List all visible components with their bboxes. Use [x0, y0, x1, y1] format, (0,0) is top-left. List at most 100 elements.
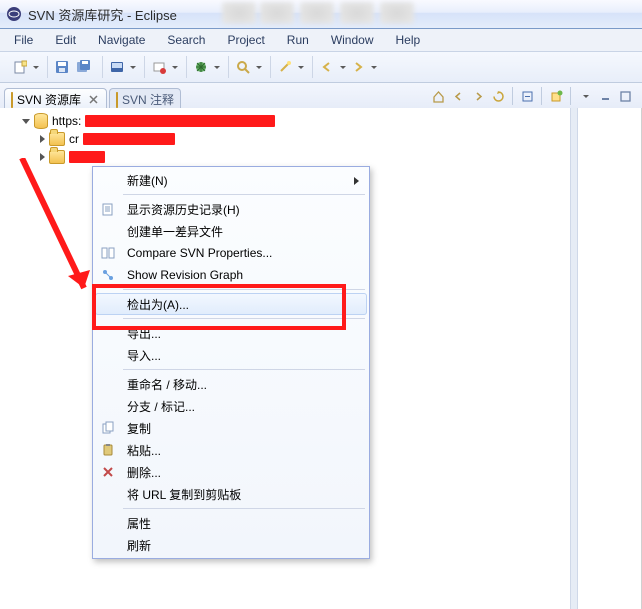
forward-button[interactable]	[348, 57, 368, 77]
ctx-import[interactable]: 导入...	[95, 344, 367, 366]
new-button[interactable]	[10, 57, 30, 77]
dropdown-caret-icon[interactable]	[214, 66, 220, 69]
ctx-checkout-as[interactable]: 检出为(A)...	[95, 293, 367, 315]
menu-separator	[123, 508, 365, 509]
toolbar-separator	[541, 87, 542, 105]
menu-separator	[123, 318, 365, 319]
graph-icon	[95, 268, 121, 282]
ctx-revision-graph[interactable]: Show Revision Graph	[95, 264, 367, 286]
titlebar-blur	[340, 2, 374, 24]
submenu-arrow-icon	[354, 177, 359, 185]
menu-project[interactable]: Project	[217, 31, 274, 49]
compare-icon	[95, 246, 121, 260]
dropdown-caret-icon[interactable]	[256, 66, 262, 69]
redacted-text	[83, 133, 175, 145]
maximize-view-icon[interactable]	[616, 87, 634, 105]
dropdown-caret-icon[interactable]	[340, 66, 346, 69]
commit-button[interactable]	[149, 57, 169, 77]
main-toolbar	[0, 52, 642, 83]
view-tabs-row: SVN 资源库 SVN 注释	[0, 83, 642, 110]
ctx-label: Show Revision Graph	[121, 268, 357, 282]
twisty-closed-icon[interactable]	[40, 153, 45, 161]
ctx-branch-tag[interactable]: 分支 / 标记...	[95, 395, 367, 417]
folder-icon	[49, 132, 65, 146]
tree-node[interactable]: cr	[4, 130, 637, 148]
menu-separator	[123, 289, 365, 290]
tab-svn-repo[interactable]: SVN 资源库	[4, 88, 107, 110]
titlebar-blur	[380, 2, 414, 24]
collapse-all-icon[interactable]	[518, 87, 536, 105]
minimize-view-icon[interactable]	[596, 87, 614, 105]
menu-edit[interactable]: Edit	[45, 31, 86, 49]
ctx-compare-props[interactable]: Compare SVN Properties...	[95, 242, 367, 264]
context-menu: 新建(N) 显示资源历史记录(H) 创建单一差异文件 Compare SVN P…	[92, 166, 370, 559]
ctx-label: 创建单一差异文件	[121, 223, 357, 240]
console-button[interactable]	[107, 57, 127, 77]
menu-separator	[123, 194, 365, 195]
ctx-create-patch[interactable]: 创建单一差异文件	[95, 220, 367, 242]
dropdown-caret-icon[interactable]	[172, 66, 178, 69]
dropdown-caret-icon[interactable]	[371, 66, 377, 69]
menu-window[interactable]: Window	[321, 31, 384, 49]
menu-search[interactable]: Search	[157, 31, 215, 49]
home-icon[interactable]	[429, 87, 447, 105]
ctx-rename-move[interactable]: 重命名 / 移动...	[95, 373, 367, 395]
twisty-closed-icon[interactable]	[40, 135, 45, 143]
tab-svn-annotate[interactable]: SVN 注释	[109, 88, 181, 110]
save-all-button[interactable]	[74, 57, 94, 77]
tree-node[interactable]	[4, 148, 637, 166]
forward-arrow-icon[interactable]	[469, 87, 487, 105]
view-toolbar	[429, 87, 638, 105]
dropdown-caret-icon[interactable]	[33, 66, 39, 69]
delete-icon	[95, 465, 121, 479]
close-icon[interactable]	[87, 93, 100, 106]
ctx-new[interactable]: 新建(N)	[95, 169, 367, 191]
menu-navigate[interactable]: Navigate	[88, 31, 155, 49]
tree-label: https:	[52, 114, 81, 128]
ctx-label: 属性	[121, 515, 357, 532]
ctx-label: 检出为(A)...	[121, 296, 357, 313]
ctx-label: 显示资源历史记录(H)	[121, 201, 357, 218]
toolbar-separator	[570, 87, 571, 105]
debug-button[interactable]	[191, 57, 211, 77]
ctx-history[interactable]: 显示资源历史记录(H)	[95, 198, 367, 220]
ctx-paste[interactable]: 粘贴...	[95, 439, 367, 461]
ctx-properties[interactable]: 属性	[95, 512, 367, 534]
view-menu-icon[interactable]	[576, 87, 594, 105]
tree-root[interactable]: https:	[4, 112, 637, 130]
repo-icon	[34, 113, 48, 129]
refresh-yellow-icon[interactable]	[489, 87, 507, 105]
repo-tree[interactable]: https: cr	[0, 108, 641, 170]
wizard-button[interactable]	[275, 57, 295, 77]
menu-separator	[123, 369, 365, 370]
ctx-label: 重命名 / 移动...	[121, 376, 357, 393]
ctx-label: 导出...	[121, 325, 357, 342]
ctx-export[interactable]: 导出...	[95, 322, 367, 344]
ctx-copy[interactable]: 复制	[95, 417, 367, 439]
vertical-splitter[interactable]	[570, 108, 578, 609]
twisty-open-icon[interactable]	[22, 119, 30, 124]
back-arrow-icon[interactable]	[449, 87, 467, 105]
search-button[interactable]	[233, 57, 253, 77]
menu-file[interactable]: File	[4, 31, 43, 49]
back-button[interactable]	[317, 57, 337, 77]
dropdown-caret-icon[interactable]	[130, 66, 136, 69]
history-icon	[95, 202, 121, 216]
ctx-label: Compare SVN Properties...	[121, 246, 357, 260]
ctx-refresh[interactable]: 刷新	[95, 534, 367, 556]
ctx-label: 导入...	[121, 347, 357, 364]
menu-bar: File Edit Navigate Search Project Run Wi…	[0, 29, 642, 52]
tree-label: cr	[69, 132, 79, 146]
menu-help[interactable]: Help	[386, 31, 431, 49]
ctx-label: 将 URL 复制到剪贴板	[121, 486, 357, 503]
repo-icon	[11, 93, 13, 107]
title-bar: SVN 资源库研究 - Eclipse	[0, 0, 642, 29]
dropdown-caret-icon[interactable]	[298, 66, 304, 69]
new-repo-icon[interactable]	[547, 87, 565, 105]
save-button[interactable]	[52, 57, 72, 77]
menu-run[interactable]: Run	[277, 31, 319, 49]
ctx-delete[interactable]: 删除...	[95, 461, 367, 483]
ctx-copy-url[interactable]: 将 URL 复制到剪贴板	[95, 483, 367, 505]
ctx-label: 粘贴...	[121, 442, 357, 459]
annotate-icon	[116, 93, 118, 107]
